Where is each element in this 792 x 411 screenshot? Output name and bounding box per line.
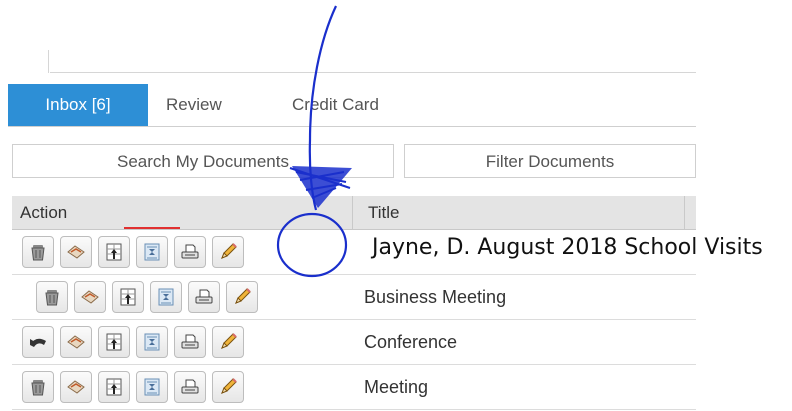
top-divider	[50, 72, 696, 73]
tab-review[interactable]: Review	[166, 84, 222, 126]
hand-forward-icon[interactable]	[60, 236, 92, 268]
pencil-edit-icon[interactable]	[212, 326, 244, 358]
column-header-title[interactable]: Title	[368, 196, 400, 229]
row-title[interactable]: Meeting	[364, 365, 428, 409]
column-header-action[interactable]: Action	[20, 196, 67, 229]
action-icons	[22, 236, 244, 268]
print-icon[interactable]	[174, 371, 206, 403]
hand-forward-icon[interactable]	[60, 326, 92, 358]
undo-arrow-icon[interactable]	[22, 326, 54, 358]
hand-forward-icon[interactable]	[74, 281, 106, 313]
pencil-edit-icon[interactable]	[226, 281, 258, 313]
hourglass-doc-icon[interactable]	[150, 281, 182, 313]
table-row[interactable]: Conference	[12, 320, 696, 365]
action-icons	[22, 326, 244, 358]
trash-icon[interactable]	[22, 371, 54, 403]
document-upload-icon[interactable]	[98, 371, 130, 403]
hourglass-doc-icon[interactable]	[136, 326, 168, 358]
filter-documents-button[interactable]: Filter Documents	[404, 144, 696, 178]
tab-bar: Inbox [6] Review Credit Card	[8, 84, 696, 127]
row-title[interactable]: Conference	[364, 320, 457, 364]
pencil-edit-icon[interactable]	[212, 371, 244, 403]
grid-header: Action Title	[12, 196, 696, 230]
action-icons	[22, 371, 244, 403]
search-documents-button[interactable]: Search My Documents	[12, 144, 394, 178]
action-icons	[36, 281, 258, 313]
hand-forward-icon[interactable]	[60, 371, 92, 403]
hourglass-doc-icon[interactable]	[136, 236, 168, 268]
top-divider-vertical	[48, 50, 49, 73]
tab-inbox[interactable]: Inbox [6]	[8, 84, 148, 126]
row-title[interactable]: Business Meeting	[364, 275, 506, 319]
table-row[interactable]: Meeting	[12, 365, 696, 410]
document-upload-icon[interactable]	[98, 236, 130, 268]
print-icon[interactable]	[188, 281, 220, 313]
hourglass-doc-icon[interactable]	[136, 371, 168, 403]
print-icon[interactable]	[174, 236, 206, 268]
column-divider	[352, 196, 353, 229]
red-underline-accent	[124, 227, 180, 229]
document-upload-icon[interactable]	[112, 281, 144, 313]
row-title-annotation: Jayne, D. August 2018 School Visits	[372, 235, 763, 260]
print-icon[interactable]	[174, 326, 206, 358]
document-upload-icon[interactable]	[98, 326, 130, 358]
trash-icon[interactable]	[36, 281, 68, 313]
trash-icon[interactable]	[22, 236, 54, 268]
pencil-edit-icon[interactable]	[212, 236, 244, 268]
column-divider	[684, 196, 685, 229]
tab-credit-card[interactable]: Credit Card	[292, 84, 379, 126]
table-row[interactable]: Business Meeting	[12, 275, 696, 320]
